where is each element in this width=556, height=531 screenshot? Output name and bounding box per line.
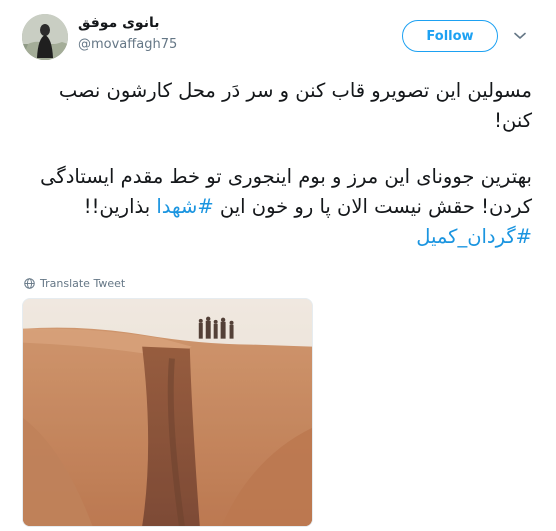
tweet-photo[interactable] <box>22 298 313 527</box>
translate-tweet-link[interactable]: Translate Tweet <box>24 275 125 291</box>
tweet-card: بانوی موفق @movaffagh75 Follow مسولین ای… <box>0 0 556 531</box>
tweet-text: مسولین این تصویرو قاب کنن و سر دَر محل ک… <box>22 76 532 252</box>
follow-button[interactable]: Follow <box>402 20 498 52</box>
hashtag-link-line: #گردان_کمیل <box>22 222 532 252</box>
trench-photo <box>23 299 312 526</box>
avatar-photo <box>22 14 68 60</box>
chevron-down-icon <box>514 32 526 39</box>
tweet-text-segment: بذارین!! <box>83 195 157 218</box>
translate-label: Translate Tweet <box>40 276 126 290</box>
tweet-paragraph: بهترین جوونای این مرز و بوم اینجوری تو خ… <box>22 162 532 222</box>
hashtag-link[interactable]: #شهدا <box>156 195 213 218</box>
hashtag-link[interactable]: #گردان_کمیل <box>416 225 532 248</box>
globe-icon <box>24 277 35 289</box>
tweet-menu-button[interactable] <box>512 28 528 44</box>
avatar[interactable] <box>22 14 68 60</box>
user-handle[interactable]: @movaffagh75 <box>78 37 177 52</box>
tweet-paragraph: مسولین این تصویرو قاب کنن و سر دَر محل ک… <box>58 79 532 132</box>
display-name[interactable]: بانوی موفق <box>78 15 159 31</box>
